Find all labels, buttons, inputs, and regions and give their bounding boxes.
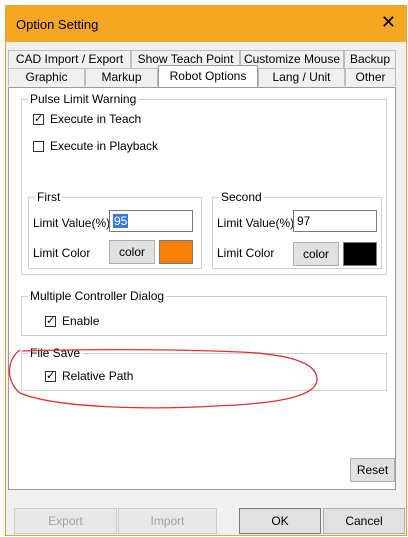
export-button[interactable]: Export: [14, 508, 117, 534]
multiple-controller-dialog-group: Multiple Controller Dialog ✓ Enable: [21, 289, 387, 336]
selected-text: 95: [113, 214, 129, 228]
limit-value-label: Limit Value(%): [217, 216, 295, 230]
execute-in-playback-checkbox[interactable]: [33, 141, 44, 152]
robot-options-panel: Pulse Limit Warning ✓ Execute in Teach E…: [8, 87, 396, 490]
title-bar: Option Setting ✕: [6, 6, 406, 42]
second-limit-value-input[interactable]: 97: [293, 210, 377, 232]
reset-button[interactable]: Reset: [350, 458, 395, 482]
group-title: Second: [219, 190, 264, 204]
first-group: First Limit Value(%) 95 Limit Color colo…: [28, 190, 202, 269]
group-title: First: [35, 190, 63, 204]
window-title: Option Setting: [16, 17, 99, 32]
group-title: Pulse Limit Warning: [28, 92, 139, 106]
first-color-button[interactable]: color: [109, 240, 155, 264]
relative-path-checkbox[interactable]: ✓: [45, 371, 56, 382]
second-color-button[interactable]: color: [293, 242, 339, 266]
limit-value-label: Limit Value(%): [33, 216, 111, 230]
import-button[interactable]: Import: [118, 508, 217, 534]
group-title: Multiple Controller Dialog: [28, 289, 167, 303]
first-limit-value-input[interactable]: 95: [109, 210, 193, 232]
limit-color-label: Limit Color: [33, 246, 91, 260]
second-color-swatch[interactable]: [343, 242, 377, 266]
tab-robot-options[interactable]: Robot Options: [158, 65, 258, 87]
file-save-group: File Save ✓ Relative Path: [21, 346, 387, 391]
execute-in-teach-checkbox[interactable]: ✓: [33, 114, 44, 125]
group-title: File Save: [28, 346, 83, 360]
close-icon[interactable]: ✕: [381, 12, 396, 33]
tab-lang-unit[interactable]: Lang / Unit: [258, 68, 345, 86]
enable-label: Enable: [62, 314, 100, 328]
limit-color-label: Limit Color: [217, 246, 275, 260]
ok-button[interactable]: OK: [239, 508, 321, 534]
relative-path-label: Relative Path: [62, 369, 134, 383]
tab-other[interactable]: Other: [345, 68, 396, 86]
enable-checkbox[interactable]: ✓: [45, 316, 56, 327]
execute-in-teach-label: Execute in Teach: [50, 112, 142, 126]
tab-markup[interactable]: Markup: [85, 68, 158, 86]
cancel-button[interactable]: Cancel: [323, 508, 405, 534]
tab-cad-import-export[interactable]: CAD Import / Export: [8, 50, 131, 68]
execute-in-playback-label: Execute in Playback: [50, 139, 159, 153]
tab-backup[interactable]: Backup: [344, 50, 396, 68]
first-color-swatch[interactable]: [159, 240, 193, 264]
tab-graphic[interactable]: Graphic: [8, 68, 85, 86]
second-group: Second Limit Value(%) 97 Limit Color col…: [212, 190, 382, 269]
pulse-limit-warning-group: Pulse Limit Warning ✓ Execute in Teach E…: [21, 92, 387, 275]
tab-bar: CAD Import / Export Show Teach Point Cus…: [8, 48, 396, 88]
